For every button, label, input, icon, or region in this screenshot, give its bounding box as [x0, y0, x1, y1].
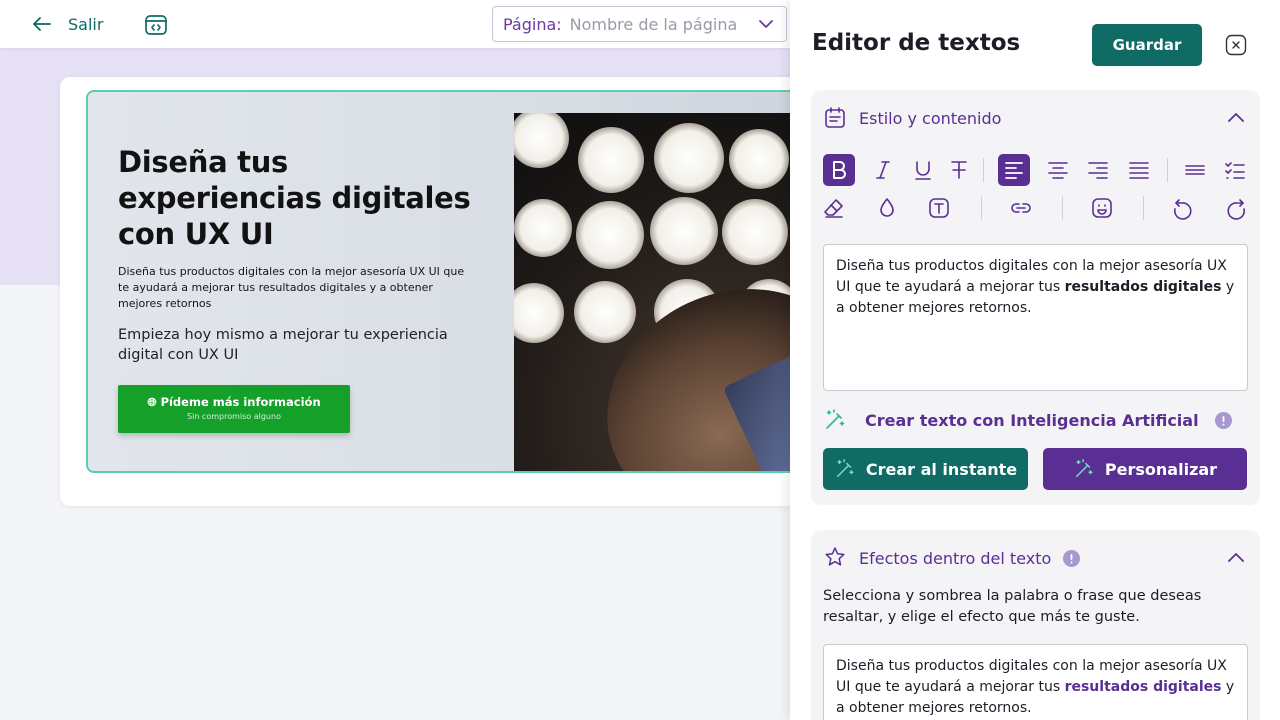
hero-paragraph[interactable]: Diseña tus productos digitales con la me… — [118, 264, 478, 312]
undo-button[interactable] — [1167, 192, 1199, 224]
top-bar: Salir Página: Nombre de la página — [0, 0, 790, 48]
text-effects-section: Efectos dentro del texto Selecciona y so… — [811, 530, 1260, 720]
cta-label: Pídeme más información — [160, 395, 321, 409]
color-drop-icon — [880, 198, 894, 217]
hero-subheading[interactable]: Empieza hoy mismo a mejorar tu experienc… — [118, 325, 458, 365]
effects-description: Selecciona y sombrea la palabra o frase … — [823, 588, 1202, 625]
sparkle-icon — [825, 547, 845, 566]
line-spacing-icon — [1185, 165, 1205, 175]
save-button[interactable]: Guardar — [1092, 24, 1202, 66]
eraser-button[interactable] — [818, 192, 850, 224]
chevron-up-icon[interactable] — [1226, 108, 1246, 128]
eraser-icon — [824, 199, 843, 218]
underline-icon — [915, 161, 931, 180]
link-button[interactable] — [1005, 192, 1037, 224]
ai-create-label: Crear texto con Inteligencia Artificial — [865, 410, 1199, 430]
redo-icon — [1227, 199, 1246, 220]
cta-sublabel: Sin compromiso alguno — [187, 412, 281, 421]
italic-icon — [876, 161, 890, 179]
panel-title: Editor de textos — [812, 30, 1021, 56]
checklist-icon — [1225, 162, 1245, 179]
emoji-button[interactable] — [1086, 192, 1118, 224]
hero-title[interactable]: Diseña tus experiencias digitales con UX… — [118, 144, 498, 252]
underline-button[interactable] — [907, 154, 939, 186]
ai-create-row: Crear texto con Inteligencia Artificial — [823, 408, 1232, 432]
color-button[interactable] — [871, 192, 903, 224]
magic-wand-icon — [826, 409, 845, 429]
layout-icon[interactable] — [143, 12, 169, 38]
style-content-section: Estilo y contenido Diseña tus productos … — [811, 90, 1260, 505]
text-box-icon — [929, 198, 949, 218]
link-icon — [1011, 203, 1031, 213]
create-now-button[interactable]: Crear al instante — [823, 448, 1028, 490]
back-button[interactable]: Salir — [30, 12, 103, 36]
toolbar-divider — [1062, 196, 1063, 220]
strikethrough-icon — [951, 161, 967, 179]
hero-image[interactable] — [514, 113, 804, 471]
customize-button[interactable]: Personalizar — [1043, 448, 1247, 490]
cta-button[interactable]: 🌐︎ Pídeme más información Sin compromiso… — [118, 385, 350, 433]
strikethrough-button[interactable] — [943, 154, 975, 186]
chevron-down-icon — [759, 20, 773, 28]
page-selector-placeholder: Nombre de la página — [569, 14, 738, 34]
redo-button[interactable] — [1220, 192, 1252, 224]
undo-icon — [1173, 199, 1192, 220]
style-section-title: Estilo y contenido — [859, 108, 1002, 128]
toolbar-divider — [1167, 158, 1168, 182]
notes-icon — [825, 107, 845, 128]
toolbar-divider — [1143, 196, 1144, 220]
page-selector-label: Página: — [503, 14, 562, 34]
chevron-up-icon[interactable] — [1226, 548, 1246, 568]
align-justify-button[interactable] — [1123, 154, 1155, 186]
align-right-icon — [1088, 162, 1108, 179]
globe-icon: 🌐︎ — [147, 395, 161, 409]
info-icon[interactable] — [1214, 411, 1232, 429]
page-selector[interactable]: Página: Nombre de la página — [492, 6, 787, 42]
bold-icon — [833, 161, 846, 179]
customize-label: Personalizar — [1104, 459, 1218, 479]
align-center-button[interactable] — [1042, 154, 1074, 186]
text-content-input[interactable]: Diseña tus productos digitales con la me… — [823, 244, 1248, 391]
emoji-icon — [1092, 198, 1112, 218]
magic-wand-icon — [836, 459, 854, 478]
magic-wand-icon — [1075, 459, 1093, 478]
align-left-icon — [1005, 162, 1023, 179]
align-right-button[interactable] — [1082, 154, 1114, 186]
bold-text: resultados digitales — [1064, 279, 1222, 295]
text-editor-panel: Editor de textos Guardar Estilo y conten… — [790, 0, 1280, 720]
arrow-left-icon — [33, 17, 51, 31]
close-icon[interactable] — [1225, 34, 1247, 56]
highlighted-text: resultados digitales — [1064, 679, 1222, 695]
checklist-button[interactable] — [1219, 154, 1251, 186]
hero-section[interactable]: Diseña tus experiencias digitales con UX… — [86, 90, 806, 473]
effects-text-input[interactable]: Diseña tus productos digitales con la me… — [823, 644, 1248, 720]
align-left-button[interactable] — [998, 154, 1030, 186]
info-icon[interactable] — [1063, 549, 1081, 567]
italic-button[interactable] — [867, 154, 899, 186]
toolbar-divider — [981, 196, 982, 220]
text-box-button[interactable] — [923, 192, 955, 224]
create-now-label: Crear al instante — [865, 459, 1018, 479]
align-center-icon — [1048, 162, 1068, 179]
toolbar-divider — [983, 158, 984, 182]
align-justify-icon — [1129, 162, 1149, 179]
effects-section-title: Efectos dentro del texto — [859, 548, 1052, 568]
back-label: Salir — [68, 14, 104, 34]
bold-button[interactable] — [823, 154, 855, 186]
line-spacing-button[interactable] — [1179, 154, 1211, 186]
